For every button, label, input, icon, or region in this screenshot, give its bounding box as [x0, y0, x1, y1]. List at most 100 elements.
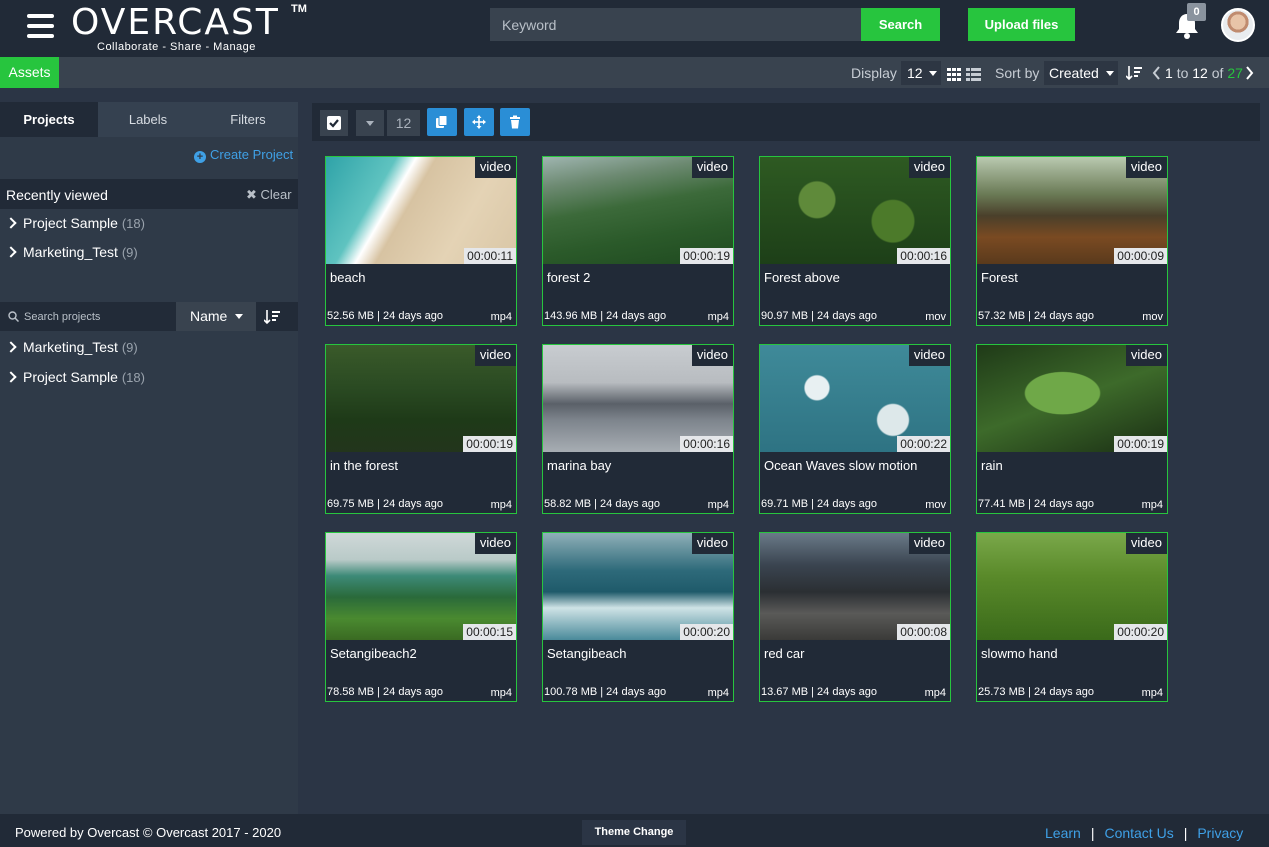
- asset-duration: 00:00:08: [897, 624, 950, 640]
- asset-thumbnail[interactable]: video 00:00:20: [543, 533, 733, 640]
- asset-title: marina bay: [547, 458, 612, 473]
- asset-type-badge: video: [691, 157, 733, 178]
- close-icon: ✖: [246, 187, 257, 202]
- plus-circle-icon: +: [194, 151, 206, 163]
- asset-card[interactable]: video 00:00:19 forest 2 143.96 MB | 24 days…: [542, 156, 734, 326]
- search-icon: [8, 311, 19, 322]
- move-button[interactable]: [464, 108, 494, 136]
- asset-thumbnail[interactable]: video 00:00:19: [977, 345, 1167, 452]
- pager-total: 27: [1227, 65, 1243, 81]
- project-sort-direction-button[interactable]: [256, 302, 298, 331]
- theme-change-button[interactable]: Theme Change: [582, 820, 686, 845]
- asset-duration: 00:00:09: [1114, 248, 1167, 264]
- keyword-search-input[interactable]: [490, 8, 862, 41]
- tab-projects[interactable]: Projects: [0, 102, 98, 137]
- asset-duration: 00:00:19: [1114, 436, 1167, 452]
- asset-title: Ocean Waves slow motion: [764, 458, 918, 473]
- select-all-checkbox[interactable]: [320, 110, 348, 136]
- previous-page-icon[interactable]: [1152, 66, 1161, 80]
- asset-card[interactable]: video 00:00:19 rain 77.41 MB | 24 days ago m…: [976, 344, 1168, 514]
- asset-card[interactable]: video 00:00:20 Setangibeach 100.78 MB | 24 …: [542, 532, 734, 702]
- delete-button[interactable]: [500, 108, 530, 136]
- project-count: (18): [121, 370, 145, 385]
- display-count-select[interactable]: 12: [901, 61, 941, 85]
- asset-card[interactable]: video 00:00:20 slowmo hand 25.73 MB | 24 da…: [976, 532, 1168, 702]
- project-sort-select[interactable]: Name: [176, 302, 256, 331]
- project-list-item[interactable]: Project Sample (18): [5, 369, 145, 385]
- recently-viewed-header: Recently viewed ✖ Clear: [0, 179, 298, 209]
- asset-thumbnail[interactable]: video 00:00:09: [977, 157, 1167, 264]
- selection-dropdown[interactable]: [356, 110, 384, 136]
- asset-thumbnail[interactable]: video 00:00:19: [543, 157, 733, 264]
- asset-duration: 00:00:11: [464, 248, 516, 264]
- asset-thumbnail[interactable]: video 00:00:16: [543, 345, 733, 452]
- chevron-right-icon: [5, 246, 17, 258]
- clear-label: Clear: [260, 187, 292, 202]
- next-page-icon[interactable]: [1245, 66, 1254, 80]
- list-view-icon[interactable]: [966, 68, 981, 81]
- create-project-link[interactable]: + Create Project: [194, 147, 293, 163]
- contact-us-link[interactable]: Contact Us: [1104, 825, 1173, 841]
- chevron-right-icon: [5, 371, 17, 383]
- asset-card[interactable]: video 00:00:22 Ocean Waves slow motion 69.7…: [759, 344, 951, 514]
- user-avatar[interactable]: [1221, 8, 1255, 42]
- upload-files-button[interactable]: Upload files: [968, 8, 1075, 41]
- asset-thumbnail[interactable]: video 00:00:22: [760, 345, 950, 452]
- asset-card[interactable]: video 00:00:19 in the forest 69.75 MB | 24 …: [325, 344, 517, 514]
- asset-card[interactable]: video 00:00:16 Forest above 90.97 MB | 24 d…: [759, 156, 951, 326]
- asset-meta: 143.96 MB | 24 days ago: [544, 310, 667, 322]
- assets-subbar: Assets Display 12 Sort by Created 1 to 1…: [0, 57, 1269, 88]
- asset-thumbnail[interactable]: video 00:00:11: [326, 157, 516, 264]
- assets-tab[interactable]: Assets: [0, 57, 59, 88]
- display-count-value: 12: [907, 65, 923, 81]
- tab-filters[interactable]: Filters: [198, 102, 298, 137]
- sort-field-select[interactable]: Created: [1044, 61, 1118, 85]
- asset-card[interactable]: video 00:00:16 marina bay 58.82 MB | 24 day…: [542, 344, 734, 514]
- asset-thumbnail[interactable]: video 00:00:15: [326, 533, 516, 640]
- tab-labels[interactable]: Labels: [98, 102, 198, 137]
- recent-project-item[interactable]: Marketing_Test (9): [5, 244, 138, 260]
- asset-card[interactable]: video 00:00:09 Forest 57.32 MB | 24 days ag…: [976, 156, 1168, 326]
- grid-view-icon[interactable]: [947, 68, 961, 81]
- asset-meta: 25.73 MB | 24 days ago: [978, 686, 1094, 698]
- asset-extension: mp4: [1141, 687, 1163, 699]
- project-search-input[interactable]: [24, 302, 174, 331]
- page-footer: Powered by Overcast © Overcast 2017 - 20…: [0, 814, 1269, 847]
- asset-type-badge: video: [474, 345, 516, 366]
- project-name: Marketing_Test: [23, 339, 118, 355]
- asset-title: beach: [330, 270, 366, 285]
- search-button[interactable]: Search: [861, 8, 940, 41]
- top-header: OVERCAST TM Collaborate - Share - Manage…: [0, 0, 1269, 57]
- project-sort-value: Name: [190, 308, 228, 324]
- asset-card[interactable]: video 00:00:11 beach 52.56 MB | 24 days ago…: [325, 156, 517, 326]
- recent-project-item[interactable]: Project Sample (18): [5, 215, 145, 231]
- privacy-link[interactable]: Privacy: [1197, 825, 1243, 841]
- asset-extension: mp4: [924, 687, 946, 699]
- asset-thumbnail[interactable]: video 00:00:19: [326, 345, 516, 452]
- asset-meta: 100.78 MB | 24 days ago: [544, 686, 667, 698]
- asset-card[interactable]: video 00:00:08 red car 13.67 MB | 24 days a…: [759, 532, 951, 702]
- project-list-item[interactable]: Marketing_Test (9): [5, 339, 138, 355]
- notification-count-badge: 0: [1187, 3, 1206, 21]
- asset-card[interactable]: video 00:00:15 Setangibeach2 78.58 MB | 24 …: [325, 532, 517, 702]
- asset-duration: 00:00:16: [680, 436, 733, 452]
- pager-from: 1: [1165, 65, 1173, 81]
- asset-extension: mp4: [490, 687, 512, 699]
- sortby-label: Sort by: [995, 65, 1040, 81]
- asset-extension: mp4: [707, 311, 729, 323]
- asset-thumbnail[interactable]: video 00:00:16: [760, 157, 950, 264]
- overcast-logo[interactable]: OVERCAST TM Collaborate - Share - Manage: [71, 3, 311, 55]
- learn-link[interactable]: Learn: [1045, 825, 1081, 841]
- sort-direction-icon[interactable]: [1126, 64, 1142, 82]
- caret-down-icon: [929, 71, 937, 76]
- clear-recent-button[interactable]: ✖ Clear: [246, 187, 292, 203]
- copy-button[interactable]: [427, 108, 457, 136]
- hamburger-menu-icon[interactable]: [27, 14, 54, 38]
- asset-duration: 00:00:19: [463, 436, 516, 452]
- checkbox-box: [327, 116, 341, 130]
- asset-thumbnail[interactable]: video 00:00:08: [760, 533, 950, 640]
- asset-meta: 69.71 MB | 24 days ago: [761, 498, 877, 510]
- asset-type-badge: video: [691, 345, 733, 366]
- asset-type-badge: video: [1125, 157, 1167, 178]
- asset-thumbnail[interactable]: video 00:00:20: [977, 533, 1167, 640]
